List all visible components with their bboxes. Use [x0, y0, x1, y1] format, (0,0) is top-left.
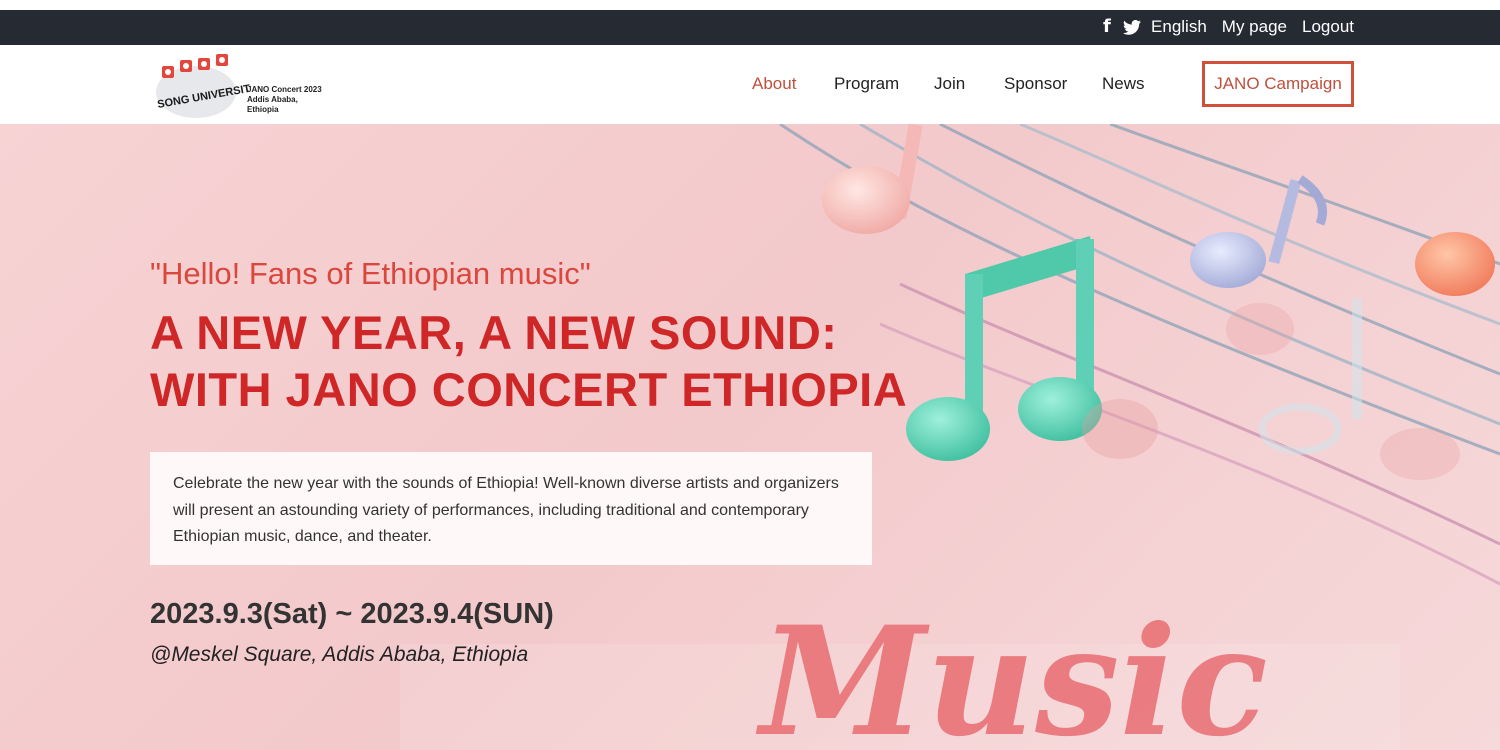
nav-item-news[interactable]: News: [1102, 74, 1145, 94]
hero-banner: Music "Hello! Fans of Ethiopian music" A…: [0, 124, 1500, 750]
social-links: f: [1103, 17, 1141, 37]
lavender-note: [1190, 175, 1327, 288]
music-word-art: Music: [755, 594, 1268, 750]
hero-headline: A NEW YEAR, A NEW SOUND: WITH JANO CONCE…: [150, 306, 908, 416]
main-navbar: SONG UNIVERSITY JANO Concert 2023 Addis …: [0, 45, 1500, 125]
nav-item-about[interactable]: About: [752, 74, 796, 94]
event-venue: @Meskel Square, Addis Ababa, Ethiopia: [150, 643, 529, 666]
orange-note: [1415, 232, 1495, 296]
top-whitespace: [0, 0, 1500, 10]
language-link[interactable]: English: [1151, 17, 1207, 37]
top-bar: f English My page Logout: [0, 10, 1500, 45]
hero-greeting: "Hello! Fans of Ethiopian music": [150, 256, 591, 291]
nav-item-join[interactable]: Join: [934, 74, 965, 94]
facebook-icon[interactable]: f: [1103, 17, 1111, 37]
account-links: English My page Logout: [1151, 17, 1354, 37]
nav-item-sponsor[interactable]: Sponsor: [1004, 74, 1067, 94]
twitter-icon[interactable]: [1122, 19, 1141, 35]
nav-menu: About Program Join Sponsor News JANO Cam…: [0, 45, 1500, 124]
hero-description: Celebrate the new year with the sounds o…: [173, 475, 839, 545]
jano-campaign-button[interactable]: JANO Campaign: [1202, 61, 1354, 107]
logout-link[interactable]: Logout: [1302, 17, 1354, 37]
pink-note: [822, 124, 923, 234]
hero-description-box: Celebrate the new year with the sounds o…: [150, 452, 872, 565]
nav-item-program[interactable]: Program: [834, 74, 899, 94]
event-dates: 2023.9.3(Sat) ~ 2023.9.4(SUN): [150, 598, 554, 630]
mypage-link[interactable]: My page: [1222, 17, 1287, 37]
